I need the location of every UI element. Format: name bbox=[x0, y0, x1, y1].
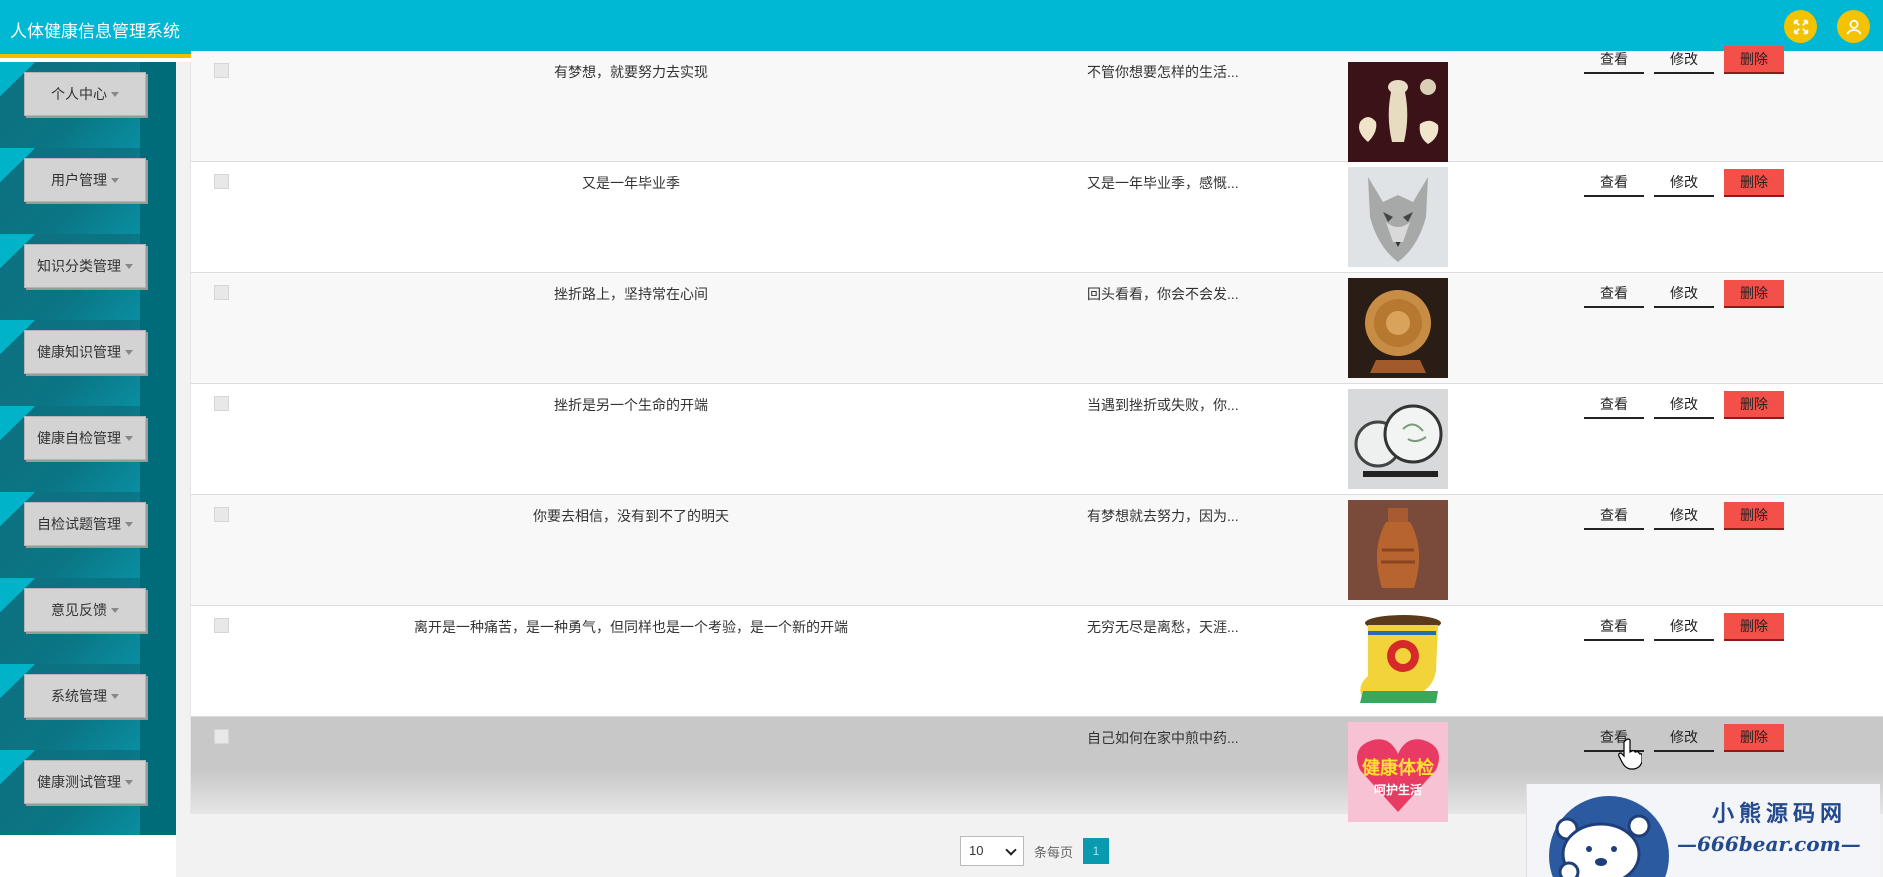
row-thumbnail-ceramic-vases bbox=[1348, 62, 1448, 162]
caret-down-icon bbox=[111, 91, 119, 97]
row-title: 挫折路上，坚持常在心间 bbox=[554, 286, 708, 302]
sidebar-item-label: 健康测试管理 bbox=[37, 774, 121, 790]
row-intro: 回头看看，你会不会发... bbox=[1087, 286, 1239, 302]
row-thumbnail-boot-cup bbox=[1348, 611, 1448, 711]
view-button[interactable]: 查看 bbox=[1584, 391, 1644, 419]
edit-button[interactable]: 修改 bbox=[1654, 169, 1714, 197]
row-checkbox[interactable] bbox=[214, 63, 229, 78]
edit-button[interactable]: 修改 bbox=[1654, 613, 1714, 641]
view-button[interactable]: 查看 bbox=[1584, 169, 1644, 197]
caret-down-icon bbox=[111, 177, 119, 183]
page-size-value: 10 bbox=[969, 843, 984, 858]
view-button[interactable]: 查看 bbox=[1584, 502, 1644, 530]
delete-button[interactable]: 删除 bbox=[1724, 502, 1784, 530]
sidebar: 个人中心 用户管理 知识分类管理 健康知识管理 健康自检管理 自检试题管理 意见… bbox=[0, 62, 176, 835]
row-checkbox[interactable] bbox=[214, 285, 229, 300]
sidebar-item-question-management[interactable]: 自检试题管理 bbox=[0, 492, 176, 578]
row-intro: 不管你想要怎样的生活... bbox=[1087, 64, 1239, 80]
delete-button[interactable]: 删除 bbox=[1724, 169, 1784, 197]
row-thumbnail-copper-vase bbox=[1348, 500, 1448, 600]
sidebar-item-label: 健康知识管理 bbox=[37, 344, 121, 360]
row-title: 有梦想，就要努力去实现 bbox=[554, 64, 708, 80]
row-intro: 自己如何在家中煎中药... bbox=[1087, 730, 1239, 746]
delete-button[interactable]: 删除 bbox=[1724, 280, 1784, 308]
bear-logo-icon bbox=[1549, 796, 1669, 877]
caret-down-icon bbox=[111, 693, 119, 699]
row-intro: 有梦想就去努力，因为... bbox=[1087, 508, 1239, 524]
poster-subtext: 呵护生活 bbox=[1374, 782, 1422, 797]
sidebar-item-category-management[interactable]: 知识分类管理 bbox=[0, 234, 176, 320]
view-button[interactable]: 查看 bbox=[1584, 280, 1644, 308]
sidebar-item-label: 个人中心 bbox=[51, 86, 107, 102]
row-checkbox[interactable] bbox=[214, 396, 229, 411]
sidebar-item-feedback[interactable]: 意见反馈 bbox=[0, 578, 176, 664]
chevron-down-icon bbox=[1005, 844, 1017, 856]
watermark-logo: 小熊源码网 —666bear.com— bbox=[1526, 784, 1880, 877]
row-intro: 当遇到挫折或失败，你... bbox=[1087, 397, 1239, 413]
caret-down-icon bbox=[125, 349, 133, 355]
edit-button[interactable]: 修改 bbox=[1654, 502, 1714, 530]
row-checkbox[interactable] bbox=[214, 174, 229, 189]
row-intro: 无穷无尽是离愁，天涯... bbox=[1087, 619, 1239, 635]
table-row: 挫折是另一个生命的开端 当遇到挫折或失败，你... 查看 修改 删除 bbox=[191, 384, 1883, 495]
sidebar-item-label: 意见反馈 bbox=[51, 602, 107, 618]
caret-down-icon bbox=[111, 607, 119, 613]
sidebar-item-user-management[interactable]: 用户管理 bbox=[0, 148, 176, 234]
sidebar-item-system-management[interactable]: 系统管理 bbox=[0, 664, 176, 750]
row-intro: 又是一年毕业季，感慨... bbox=[1087, 175, 1239, 191]
table-row: 有梦想，就要努力去实现 不管你想要怎样的生活... 查看 修改 删除 bbox=[191, 46, 1883, 162]
row-title: 又是一年毕业季 bbox=[582, 175, 680, 191]
sidebar-item-knowledge-management[interactable]: 健康知识管理 bbox=[0, 320, 176, 406]
row-thumbnail-round-screen bbox=[1348, 389, 1448, 489]
watermark-name: 小熊源码网 bbox=[1712, 801, 1848, 827]
table-row: 又是一年毕业季 又是一年毕业季，感慨... 查看 修改 删除 bbox=[191, 162, 1883, 273]
delete-button[interactable]: 删除 bbox=[1724, 613, 1784, 641]
hand-cursor-icon bbox=[1618, 738, 1642, 770]
edit-button[interactable]: 修改 bbox=[1654, 391, 1714, 419]
data-table: 有梦想，就要努力去实现 不管你想要怎样的生活... 查看 修改 删除 又是一年毕… bbox=[190, 46, 1883, 822]
view-button[interactable]: 查看 bbox=[1584, 613, 1644, 641]
sidebar-item-label: 用户管理 bbox=[51, 172, 107, 188]
app-title: 人体健康信息管理系统 bbox=[10, 22, 180, 41]
row-title: 离开是一种痛苦，是一种勇气，但同样也是一个考验，是一个新的开端 bbox=[414, 619, 848, 635]
page-number-current[interactable]: 1 bbox=[1083, 838, 1110, 864]
delete-button[interactable]: 删除 bbox=[1724, 391, 1784, 419]
edit-button[interactable]: 修改 bbox=[1654, 46, 1714, 74]
sidebar-item-label: 健康自检管理 bbox=[37, 430, 121, 446]
user-icon[interactable] bbox=[1837, 10, 1870, 43]
caret-down-icon bbox=[125, 779, 133, 785]
caret-down-icon bbox=[125, 435, 133, 441]
delete-button[interactable]: 删除 bbox=[1724, 46, 1784, 74]
caret-down-icon bbox=[125, 521, 133, 527]
sidebar-item-label: 自检试题管理 bbox=[37, 516, 121, 532]
caret-down-icon bbox=[125, 263, 133, 269]
row-title: 挫折是另一个生命的开端 bbox=[554, 397, 708, 413]
page-size-select[interactable]: 10 bbox=[960, 836, 1024, 866]
delete-button[interactable]: 删除 bbox=[1724, 724, 1784, 752]
table-row: 你要去相信，没有到不了的明天 有梦想就去努力，因为... 查看 修改 删除 bbox=[191, 495, 1883, 606]
poster-text: 健康体检 bbox=[1362, 757, 1434, 779]
row-checkbox[interactable] bbox=[214, 729, 229, 744]
sidebar-item-self-check-management[interactable]: 健康自检管理 bbox=[0, 406, 176, 492]
edit-button[interactable]: 修改 bbox=[1654, 280, 1714, 308]
row-title: 你要去相信，没有到不了的明天 bbox=[533, 508, 729, 524]
sidebar-item-label: 系统管理 bbox=[51, 688, 107, 704]
table-row: 挫折路上，坚持常在心间 回头看看，你会不会发... 查看 修改 删除 bbox=[191, 273, 1883, 384]
row-thumbnail-health-poster: 健康体检 呵护生活 bbox=[1348, 722, 1448, 822]
pagination: 10 条每页 1 bbox=[960, 836, 1110, 866]
sidebar-item-personal-center[interactable]: 个人中心 bbox=[0, 62, 176, 148]
row-checkbox[interactable] bbox=[214, 618, 229, 633]
watermark-domain: —666bear.com— bbox=[1677, 832, 1861, 856]
expand-icon[interactable] bbox=[1784, 10, 1817, 43]
page-size-label: 条每页 bbox=[1034, 844, 1074, 860]
row-thumbnail-carved-disc bbox=[1348, 278, 1448, 378]
table-row: 离开是一种痛苦，是一种勇气，但同样也是一个考验，是一个新的开端 无穷无尽是离愁，… bbox=[191, 606, 1883, 717]
row-checkbox[interactable] bbox=[214, 507, 229, 522]
view-button[interactable]: 查看 bbox=[1584, 46, 1644, 74]
sidebar-item-health-test-management[interactable]: 健康测试管理 bbox=[0, 750, 176, 835]
sidebar-item-label: 知识分类管理 bbox=[37, 258, 121, 274]
row-thumbnail-wolf-head bbox=[1348, 167, 1448, 267]
edit-button[interactable]: 修改 bbox=[1654, 724, 1714, 752]
